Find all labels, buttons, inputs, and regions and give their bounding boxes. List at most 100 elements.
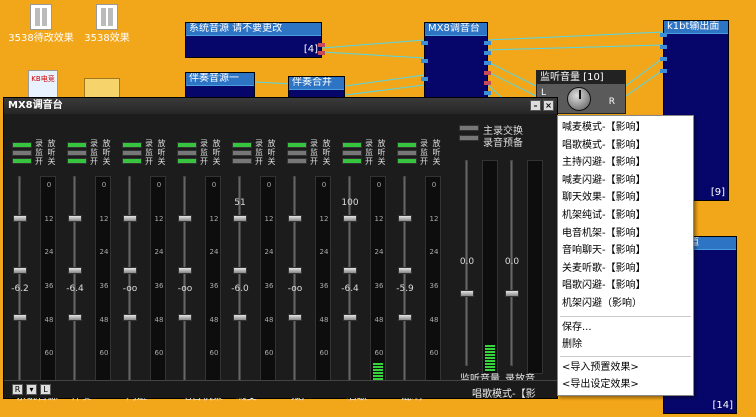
output-port[interactable] [484, 91, 491, 95]
channel-toggle[interactable] [12, 158, 32, 164]
menu-item-io[interactable]: <导出设定效果> [562, 377, 639, 392]
menu-item-mode[interactable]: 喊麦闪避-【影响】 [562, 173, 646, 188]
input-port[interactable] [660, 57, 667, 61]
channel-toggle[interactable] [12, 150, 32, 156]
output-port[interactable] [484, 61, 491, 65]
channel-toggle[interactable] [122, 150, 142, 156]
channel-strip: 录 放监 听开 关-6.0510122436486068喊麦 [230, 132, 285, 402]
fader-knob[interactable] [123, 314, 137, 322]
menu-item-mode[interactable]: 机架闪避（影响） [562, 296, 642, 311]
menu-item-action[interactable]: 删除 [562, 337, 582, 352]
l-button[interactable]: L [40, 384, 51, 395]
menu-item-mode[interactable]: 主持闪避-【影响】 [562, 155, 646, 170]
channel-toggle[interactable] [287, 150, 307, 156]
channel-toggle[interactable] [67, 150, 87, 156]
toggle-labels: 录 放监 听开 关 [145, 139, 175, 166]
output-port[interactable] [484, 41, 491, 45]
channel-toggle[interactable] [122, 158, 142, 164]
meter-scale-tick: 48 [319, 315, 329, 324]
fader-knob[interactable] [68, 314, 82, 322]
node-accompaniment-merge[interactable]: 伴奏合并 [288, 76, 345, 98]
level-meter: 0122436486068 [95, 176, 111, 392]
mixer-titlebar[interactable]: MX8调音台 – × [4, 98, 557, 114]
fader-knob[interactable] [233, 266, 247, 274]
menu-item-mode[interactable]: 机架纯试-【影响】 [562, 208, 646, 223]
fader-knob[interactable] [123, 266, 137, 274]
output-port[interactable] [484, 71, 491, 75]
node-system-source[interactable]: 系统音源 请不要更改 [4] [185, 22, 325, 58]
fader-knob[interactable] [343, 214, 357, 222]
toggle-label: 监 听 [365, 148, 387, 157]
fader-knob[interactable] [398, 314, 412, 322]
menu-item-mode[interactable]: 关麦听歌-【影响】 [562, 261, 646, 276]
master-fader-knob[interactable] [505, 289, 519, 297]
channel-toggle[interactable] [232, 150, 252, 156]
fader-knob[interactable] [123, 214, 137, 222]
channel-toggle[interactable] [122, 142, 142, 148]
fader-knob[interactable] [68, 266, 82, 274]
fader-knob[interactable] [68, 214, 82, 222]
fader-knob[interactable] [398, 266, 412, 274]
fader-knob[interactable] [178, 266, 192, 274]
fader-knob[interactable] [343, 266, 357, 274]
channel-toggle[interactable] [287, 142, 307, 148]
fader-knob[interactable] [178, 314, 192, 322]
fader-knob[interactable] [13, 214, 27, 222]
node-accompaniment-source[interactable]: 伴奏音源一 [185, 72, 255, 98]
menu-item-mode[interactable]: 喊麦模式-【影响】 [562, 120, 646, 135]
output-port[interactable] [318, 51, 325, 55]
fader-knob[interactable] [233, 214, 247, 222]
input-port[interactable] [660, 45, 667, 49]
input-port[interactable] [421, 41, 428, 45]
menu-item-mode[interactable]: 聊天效果-【影响】 [562, 190, 646, 205]
fader-knob[interactable] [288, 266, 302, 274]
fader-knob[interactable] [13, 266, 27, 274]
channel-toggle[interactable] [177, 150, 197, 156]
fader-knob[interactable] [343, 314, 357, 322]
meter-scale-tick: 60 [154, 349, 164, 358]
menu-item-io[interactable]: <导入预置效果> [562, 360, 639, 375]
channel-toggle[interactable] [67, 142, 87, 148]
channel-toggle[interactable] [397, 158, 417, 164]
channel-toggle[interactable] [287, 158, 307, 164]
menu-item-mode[interactable]: 电音机架-【影响】 [562, 226, 646, 241]
channel-toggle[interactable] [342, 142, 362, 148]
input-port[interactable] [660, 69, 667, 73]
channel-toggle[interactable] [177, 142, 197, 148]
output-port[interactable] [484, 81, 491, 85]
monitor-volume-knob[interactable] [567, 87, 591, 111]
menu-item-mode[interactable]: 唱歌模式-【影响】 [562, 138, 646, 153]
channel-toggle[interactable] [177, 158, 197, 164]
menu-item-mode[interactable]: 音响聊天-【影响】 [562, 243, 646, 258]
output-port[interactable] [484, 51, 491, 55]
fader-knob[interactable] [233, 314, 247, 322]
channel-toggle[interactable] [397, 150, 417, 156]
menu-item-mode[interactable]: 唱歌闪避-【影响】 [562, 278, 646, 293]
record-ready-toggle[interactable] [459, 135, 479, 141]
channel-strip: 录 放监 听开 关-6.40122436486068伴奏 [65, 132, 117, 402]
r-button[interactable]: R [12, 384, 23, 395]
fader-knob[interactable] [398, 214, 412, 222]
channel-toggle[interactable] [342, 150, 362, 156]
fader-knob[interactable] [13, 314, 27, 322]
toggle-labels: 录 放监 听开 关 [255, 139, 285, 166]
channel-toggle[interactable] [12, 142, 32, 148]
output-port[interactable] [318, 43, 325, 47]
fader-knob[interactable] [288, 314, 302, 322]
master-swap-toggle[interactable] [459, 125, 479, 131]
master-fader-knob[interactable] [460, 289, 474, 297]
channel-toggle[interactable] [342, 158, 362, 164]
dropdown-button[interactable]: ▾ [26, 384, 37, 395]
fader-knob[interactable] [178, 214, 192, 222]
input-port[interactable] [421, 77, 428, 81]
input-port[interactable] [660, 33, 667, 37]
channel-toggle[interactable] [67, 158, 87, 164]
channel-toggle[interactable] [232, 158, 252, 164]
minimize-button[interactable]: – [530, 100, 541, 111]
menu-item-action[interactable]: 保存... [562, 320, 592, 335]
channel-toggle[interactable] [232, 142, 252, 148]
fader-knob[interactable] [288, 214, 302, 222]
input-port[interactable] [421, 59, 428, 63]
close-button[interactable]: × [543, 100, 554, 111]
channel-toggle[interactable] [397, 142, 417, 148]
